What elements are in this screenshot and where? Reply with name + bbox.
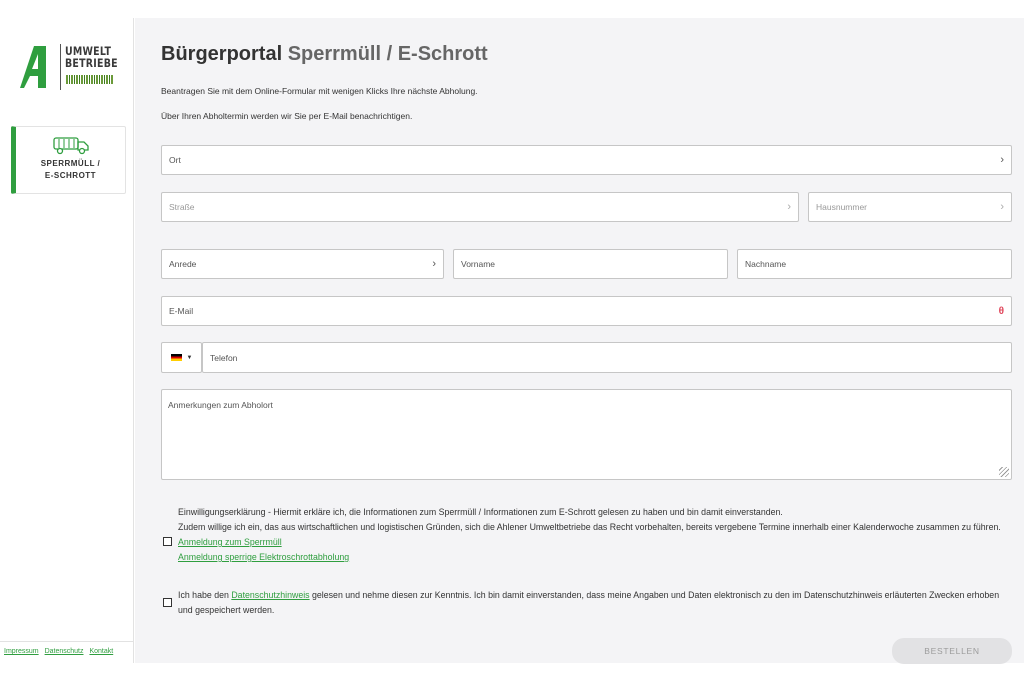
chevron-right-icon: › [1000,154,1004,166]
strasse-placeholder: Straße [169,202,195,212]
sidebar-item-label-line1: SPERRMÜLL / [40,159,101,168]
email-input[interactable]: E-Mail θ [161,296,1012,326]
warning-icon: θ [998,305,1004,317]
anmerkungen-textarea[interactable]: Anmerkungen zum Abholort [161,389,1012,480]
germany-flag-icon [170,354,182,361]
privacy-checkbox[interactable] [163,598,172,607]
sperrmuell-link[interactable]: Anmeldung zum Sperrmüll [178,537,282,547]
bestellen-button[interactable]: BESTELLEN [892,638,1012,664]
impressum-link[interactable]: Impressum [4,648,39,655]
nachname-placeholder: Nachname [745,259,787,269]
page-title-main: Bürgerportal [161,43,283,65]
logo-text: UMWELT BETRIEBE [65,45,118,69]
elektroschrott-link[interactable]: Anmeldung sperrige Elektroschrottabholun… [178,552,349,562]
privacy-text-before: Ich habe den [178,590,232,600]
intro-line-1: Beantragen Sie mit dem Online-Formular m… [161,86,478,96]
sidebar-item-label-line2: E-SCHROTT [44,171,97,180]
vorname-input[interactable]: Vorname [453,249,728,279]
anrede-placeholder: Anrede [169,259,197,269]
garbage-truck-icon [52,137,89,155]
anrede-select[interactable]: Anrede › [161,249,444,279]
logo-barcode [66,75,114,84]
footer-links: Impressum Datenschutz Kontakt [0,641,134,663]
resize-handle-icon[interactable] [999,467,1009,477]
chevron-right-icon: › [787,201,791,213]
hausnummer-placeholder: Hausnummer [816,202,868,212]
nachname-input[interactable]: Nachname [737,249,1012,279]
logo-mark-icon [20,46,46,88]
page-title-sub: Sperrmüll / E-Schrott [287,43,488,65]
ort-select[interactable]: Ort › [161,145,1012,175]
telefon-input[interactable]: Telefon [202,342,1012,373]
chevron-right-icon: › [432,258,436,270]
chevron-right-icon: › [1000,201,1004,213]
consent-checkbox[interactable] [163,537,172,546]
datenschutzhinweis-link[interactable]: Datenschutzhinweis [231,590,309,600]
sidebar-item-sperrmuell[interactable]: SPERRMÜLL / E-SCHROTT [11,126,126,194]
strasse-select[interactable]: Straße › [161,192,799,222]
main-content: Bürgerportal Sperrmüll / E-Schrott Beant… [135,18,1024,664]
anmerkungen-placeholder: Anmerkungen zum Abholort [168,400,273,410]
vorname-placeholder: Vorname [461,259,496,269]
datenschutz-link[interactable]: Datenschutz [45,648,84,655]
ort-placeholder: Ort [169,155,181,165]
privacy-text: Ich habe den Datenschutzhinweis gelesen … [178,588,1008,618]
logo-separator [60,44,61,90]
page-title: Bürgerportal Sperrmüll / E-Schrott [161,43,488,66]
logo-line2: BETRIEBE [65,56,118,70]
sidebar-item-label: SPERRMÜLL / E-SCHROTT [16,158,125,182]
telefon-placeholder: Telefon [210,352,238,363]
country-code-select[interactable]: ▼ [161,342,202,373]
consent-text-2: Zudem willige ich ein, das aus wirtschaf… [178,522,1001,532]
consent-text: Einwilligungserklärung - Hiermit erkläre… [178,505,1008,565]
email-placeholder: E-Mail [169,306,194,316]
logo: UMWELT BETRIEBE [20,44,118,92]
sidebar: UMWELT BETRIEBE SPERRMÜLL / E-SCHROTT Im… [0,18,134,663]
consent-text-1: Einwilligungserklärung - Hiermit erkläre… [178,507,783,517]
caret-down-icon: ▼ [186,354,193,361]
hausnummer-select[interactable]: Hausnummer › [808,192,1012,222]
intro-line-2: Über Ihren Abholtermin werden wir Sie pe… [161,111,413,121]
kontakt-link[interactable]: Kontakt [89,648,113,655]
